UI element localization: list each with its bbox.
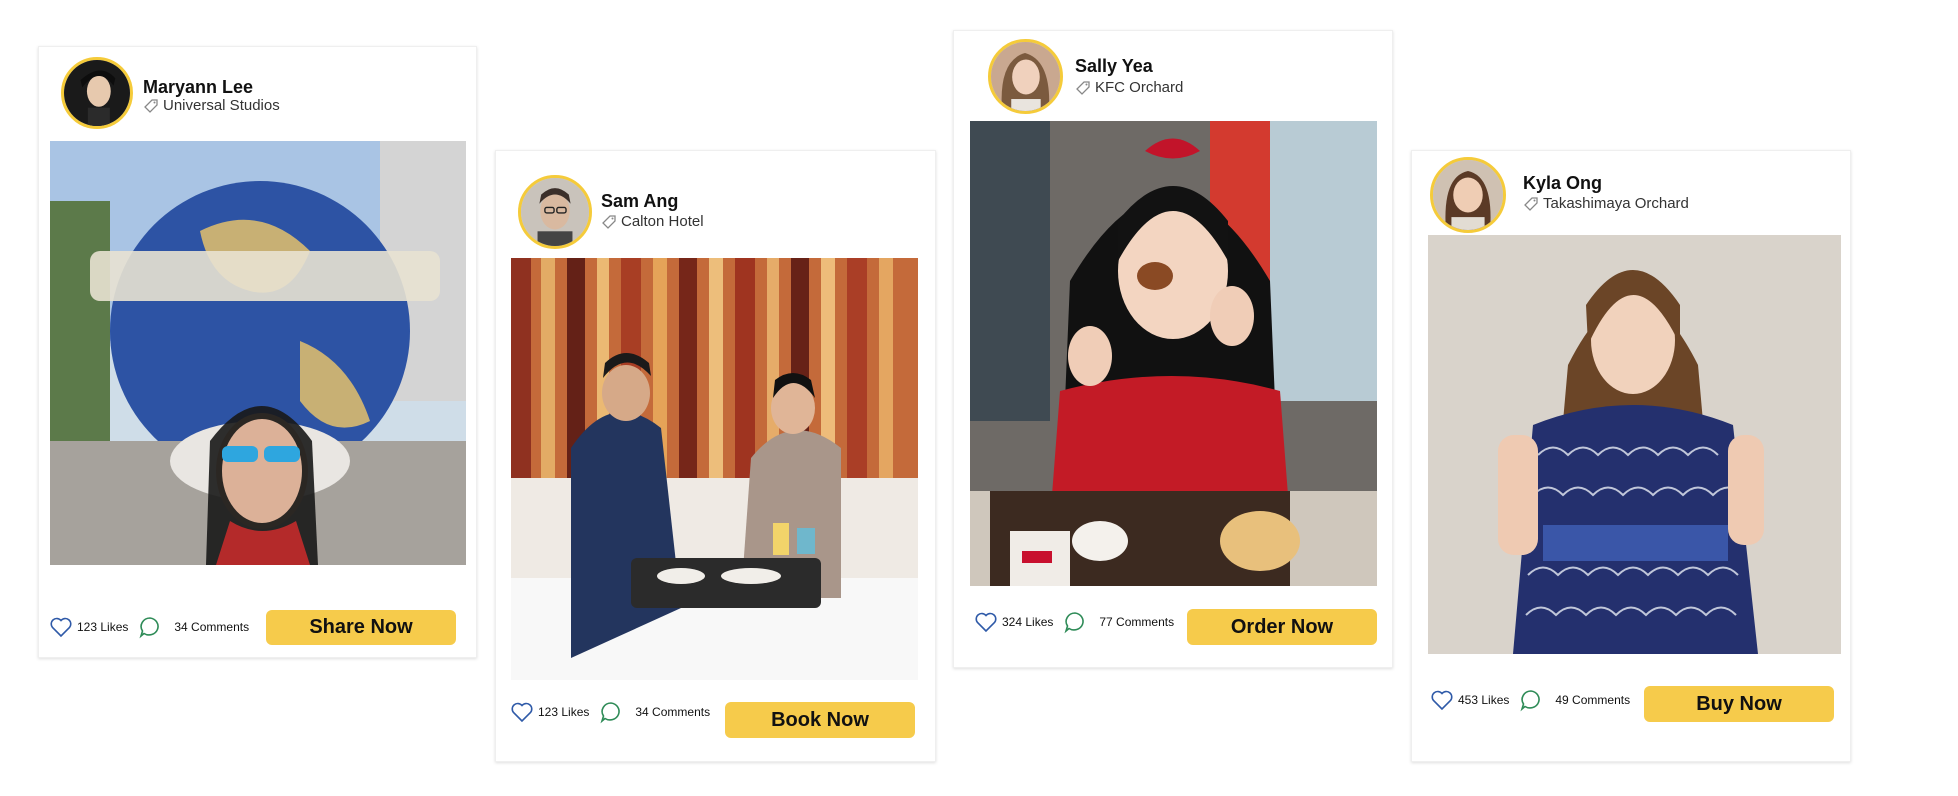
avatar[interactable] bbox=[1430, 157, 1506, 233]
post-stats: 453 Likes 49 Comments bbox=[1430, 688, 1630, 712]
tag-icon bbox=[602, 214, 616, 229]
username[interactable]: Sam Ang bbox=[601, 191, 678, 212]
avatar[interactable] bbox=[988, 39, 1063, 114]
heart-outline-icon[interactable] bbox=[1430, 688, 1454, 712]
username[interactable]: Sally Yea bbox=[1075, 56, 1153, 77]
location-tag[interactable]: Universal Studios bbox=[143, 97, 280, 114]
location-tag[interactable]: Takashimaya Orchard bbox=[1523, 195, 1689, 212]
post-photo[interactable] bbox=[1428, 235, 1841, 654]
post-stats: 123 Likes 34 Comments bbox=[49, 615, 249, 639]
comments-count: 77 Comments bbox=[1099, 615, 1175, 629]
post-card-kyla: Kyla Ong Takashimaya Orchard 453 Likes 4… bbox=[1411, 150, 1851, 762]
location-label: KFC Orchard bbox=[1095, 79, 1184, 96]
location-label: Universal Studios bbox=[163, 97, 280, 114]
comments-count: 34 Comments bbox=[174, 620, 250, 634]
likes-count: 123 Likes bbox=[538, 705, 590, 719]
post-card-maryann: Maryann Lee Universal Studios 123 Likes bbox=[38, 46, 477, 658]
heart-outline-icon[interactable] bbox=[974, 610, 998, 634]
post-photo[interactable] bbox=[50, 141, 466, 565]
post-stats: 324 Likes 77 Comments bbox=[974, 610, 1174, 634]
likes-count: 453 Likes bbox=[1458, 693, 1510, 707]
tag-icon bbox=[144, 98, 158, 113]
location-label: Calton Hotel bbox=[621, 213, 704, 230]
buy-now-button[interactable]: Buy Now bbox=[1644, 686, 1834, 722]
location-tag[interactable]: Calton Hotel bbox=[601, 213, 704, 230]
post-photo[interactable] bbox=[511, 258, 918, 680]
order-now-button[interactable]: Order Now bbox=[1187, 609, 1377, 645]
post-stats: 123 Likes 34 Comments bbox=[510, 700, 710, 724]
location-tag[interactable]: KFC Orchard bbox=[1075, 79, 1183, 96]
speech-bubble-icon[interactable] bbox=[1519, 688, 1543, 712]
heart-outline-icon[interactable] bbox=[49, 615, 73, 639]
speech-bubble-icon[interactable] bbox=[138, 615, 162, 639]
share-now-button[interactable]: Share Now bbox=[266, 610, 456, 645]
tag-icon bbox=[1524, 196, 1538, 211]
avatar[interactable] bbox=[518, 175, 592, 249]
avatar[interactable] bbox=[61, 57, 133, 129]
post-photo[interactable] bbox=[970, 121, 1377, 586]
book-now-button[interactable]: Book Now bbox=[725, 702, 915, 738]
comments-count: 49 Comments bbox=[1555, 693, 1631, 707]
post-card-sam: Sam Ang Calton Hotel 123 Likes 34 Commen… bbox=[495, 150, 936, 762]
tag-icon bbox=[1076, 80, 1090, 95]
likes-count: 324 Likes bbox=[1002, 615, 1054, 629]
username[interactable]: Kyla Ong bbox=[1523, 173, 1602, 194]
location-label: Takashimaya Orchard bbox=[1543, 195, 1689, 212]
username[interactable]: Maryann Lee bbox=[143, 77, 253, 98]
speech-bubble-icon[interactable] bbox=[599, 700, 623, 724]
post-card-sally: Sally Yea KFC Orchard 324 Likes 77 Comme… bbox=[953, 30, 1393, 668]
speech-bubble-icon[interactable] bbox=[1063, 610, 1087, 634]
comments-count: 34 Comments bbox=[635, 705, 711, 719]
heart-outline-icon[interactable] bbox=[510, 700, 534, 724]
likes-count: 123 Likes bbox=[77, 620, 129, 634]
